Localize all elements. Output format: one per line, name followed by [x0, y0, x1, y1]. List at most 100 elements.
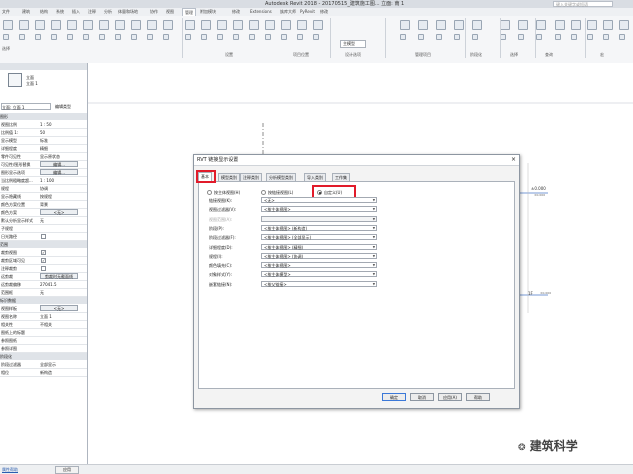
menu-tab-5[interactable]: 注释	[88, 8, 96, 16]
ribbon-tool-icon[interactable]	[3, 34, 9, 40]
ribbon-tool-icon[interactable]	[99, 20, 109, 30]
ribbon-tool-icon[interactable]	[185, 34, 191, 40]
field-dropdown[interactable]: <按主体视图> (全部显示) ▼	[261, 234, 377, 241]
ribbon-tool-icon[interactable]	[518, 34, 524, 40]
field-dropdown[interactable]: <按父链接> ▼	[261, 280, 377, 287]
ribbon-tool-icon[interactable]	[51, 20, 61, 30]
ribbon-tool-icon[interactable]	[163, 20, 173, 30]
property-value[interactable]: 显示原状态	[40, 153, 60, 160]
ribbon-tool-icon[interactable]	[3, 20, 13, 30]
edit-type-button[interactable]: 编辑类型	[55, 103, 71, 110]
ribbon-tool-icon[interactable]	[265, 20, 275, 30]
ribbon-tool-icon[interactable]	[536, 34, 542, 40]
ribbon-tool-icon[interactable]	[555, 34, 561, 40]
ribbon-tool-icon[interactable]	[297, 34, 303, 40]
ribbon-tool-icon[interactable]	[99, 34, 105, 40]
ribbon-tool-icon[interactable]	[587, 34, 593, 40]
ribbon-tool-icon[interactable]	[619, 34, 625, 40]
field-dropdown[interactable]: <按主体模型> ▼	[261, 271, 377, 278]
ribbon-tool-icon[interactable]	[571, 20, 581, 30]
ribbon-tool-icon[interactable]	[115, 20, 125, 30]
properties-section-header[interactable]: 标识数据	[0, 297, 87, 304]
menu-tab-11[interactable]: 附加模块	[200, 8, 216, 16]
property-value[interactable]: 协调	[40, 185, 48, 192]
property-value[interactable]: 立面 1	[40, 313, 52, 320]
menu-tab-9[interactable]: 视图	[166, 8, 174, 16]
property-value[interactable]: 无	[40, 217, 44, 224]
checkbox-unchecked[interactable]	[41, 266, 46, 271]
property-edit-button[interactable]: <无>	[40, 209, 78, 215]
ribbon-tool-icon[interactable]	[313, 20, 323, 30]
ribbon-tool-icon[interactable]	[587, 20, 597, 30]
ribbon-tool-icon[interactable]	[418, 20, 428, 30]
dialog-tab-1[interactable]: 模型类别	[218, 173, 240, 181]
ribbon-tool-icon[interactable]	[418, 34, 424, 40]
property-value[interactable]: 标准	[40, 137, 48, 144]
ribbon-tool-icon[interactable]	[400, 20, 410, 30]
property-value[interactable]: 27041.5	[40, 281, 57, 288]
ribbon-tool-icon[interactable]	[147, 34, 153, 40]
search-input[interactable]: 键入关键字或短语	[553, 1, 613, 7]
ribbon-tool-icon[interactable]	[265, 34, 271, 40]
ribbon-tool-icon[interactable]	[472, 34, 478, 40]
ribbon-tool-icon[interactable]	[313, 34, 319, 40]
dialog-button-3[interactable]: 帮助	[466, 393, 490, 401]
ribbon-tool-icon[interactable]	[19, 34, 25, 40]
field-dropdown[interactable]: <按主体视图> ▼	[261, 206, 377, 213]
ribbon-tool-icon[interactable]	[518, 20, 528, 30]
field-dropdown[interactable]: <按主体视图> (精细) ▼	[261, 243, 377, 250]
ribbon-tool-icon[interactable]	[500, 20, 510, 30]
ribbon-tool-icon[interactable]	[454, 20, 464, 30]
menu-tab-4[interactable]: 插入	[72, 8, 80, 16]
menu-tab-12[interactable]: 修改	[232, 8, 240, 16]
menu-tab-16[interactable]: 修改	[320, 8, 328, 16]
radio-label[interactable]: 按链接视图(L)	[268, 190, 293, 196]
property-value[interactable]: 50	[40, 129, 45, 136]
radio-label[interactable]: 按主体视图(H)	[214, 190, 240, 196]
field-dropdown[interactable]: <按主体视图> (协调) ▼	[261, 252, 377, 259]
menu-tab-10[interactable]: 管理	[182, 8, 196, 16]
menu-tab-1[interactable]: 建筑	[22, 8, 30, 16]
property-edit-button[interactable]: 编辑...	[40, 161, 78, 167]
menu-tab-3[interactable]: 系统	[56, 8, 64, 16]
ribbon-tool-icon[interactable]	[201, 20, 211, 30]
dialog-button-2[interactable]: 应用(A)	[438, 393, 462, 401]
ribbon-tool-icon[interactable]	[281, 20, 291, 30]
ribbon-tool-icon[interactable]	[35, 20, 45, 30]
ribbon-tool-icon[interactable]	[67, 34, 73, 40]
ribbon-tool-icon[interactable]	[571, 34, 577, 40]
properties-section-header[interactable]: 范围	[0, 241, 87, 248]
property-value[interactable]: 无	[40, 289, 44, 296]
design-option-dropdown[interactable]: 主模型	[340, 40, 366, 48]
type-selector[interactable]: 立面: 立面 1	[1, 103, 51, 110]
property-edit-button[interactable]: <无>	[40, 305, 78, 311]
ribbon-tool-icon[interactable]	[83, 34, 89, 40]
ribbon-tool-icon[interactable]	[201, 34, 207, 40]
ribbon-tool-icon[interactable]	[185, 20, 195, 30]
menu-tab-7[interactable]: 体量和场地	[118, 8, 138, 16]
dialog-tab-5[interactable]: 工作集	[332, 173, 350, 181]
field-dropdown[interactable]: <无> ▼	[261, 197, 377, 203]
ribbon-tool-icon[interactable]	[436, 34, 442, 40]
ribbon-tool-icon[interactable]	[163, 34, 169, 40]
ribbon-tool-icon[interactable]	[35, 34, 41, 40]
ribbon-tool-icon[interactable]	[297, 20, 307, 30]
menu-tab-8[interactable]: 协作	[150, 8, 158, 16]
menu-tab-15[interactable]: PyRevit	[300, 8, 315, 16]
ribbon-tool-icon[interactable]	[217, 34, 223, 40]
ribbon-tool-icon[interactable]	[131, 34, 137, 40]
dialog-tab-3[interactable]: 分析模型类别	[266, 173, 296, 181]
property-value[interactable]: 精细	[40, 145, 48, 152]
ribbon-tool-icon[interactable]	[233, 34, 239, 40]
ribbon-tool-icon[interactable]	[555, 20, 565, 30]
ribbon-tool-icon[interactable]	[147, 20, 157, 30]
ribbon-tool-icon[interactable]	[115, 34, 121, 40]
checkbox-unchecked[interactable]	[41, 234, 46, 239]
property-value[interactable]: 新构造	[40, 369, 52, 376]
property-value[interactable]: 背景	[40, 201, 48, 208]
dialog-button-0[interactable]: 确定	[382, 393, 406, 401]
menu-tab-13[interactable]: Extensions	[250, 8, 272, 16]
ribbon-tool-icon[interactable]	[454, 34, 460, 40]
ribbon-tool-icon[interactable]	[19, 20, 29, 30]
ribbon-tool-icon[interactable]	[83, 20, 93, 30]
